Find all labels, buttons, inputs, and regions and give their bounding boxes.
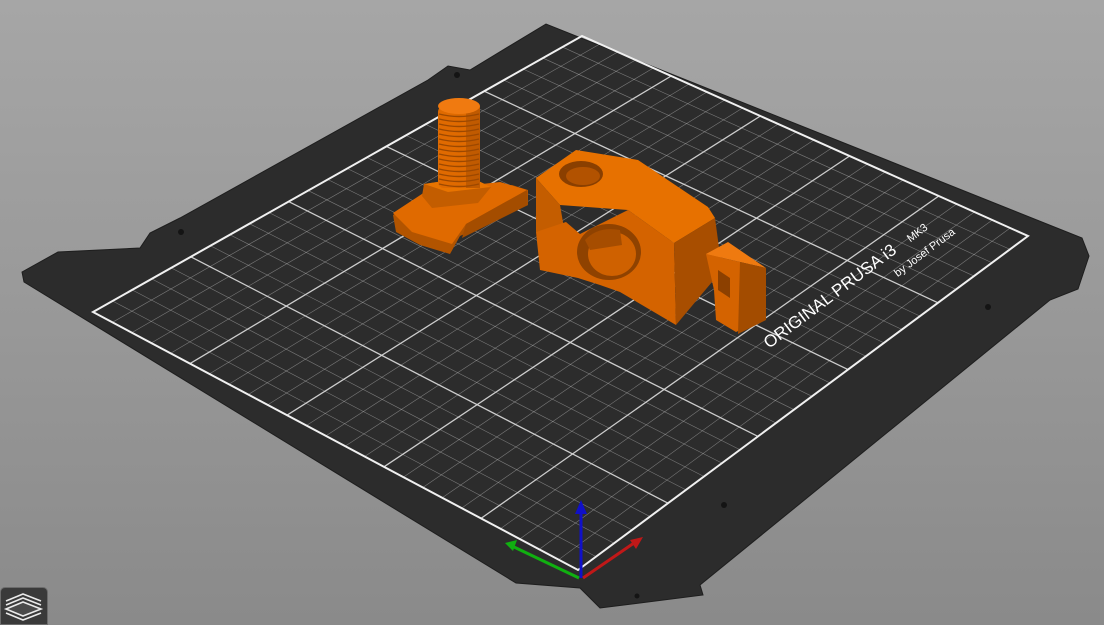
layers-button[interactable] [0, 587, 48, 625]
bed-hole [721, 502, 727, 508]
scene-canvas[interactable]: ORIGINAL PRUSA i3 MK3 by Josef Prusa [0, 0, 1104, 625]
layers-icon [3, 593, 44, 621]
bed-hole [985, 304, 991, 310]
bolt-top [438, 98, 480, 114]
bed-hole [454, 72, 460, 78]
3d-viewport[interactable]: ORIGINAL PRUSA i3 MK3 by Josef Prusa [0, 0, 1104, 625]
bed-hole [178, 229, 184, 235]
bed-hole [634, 593, 640, 599]
